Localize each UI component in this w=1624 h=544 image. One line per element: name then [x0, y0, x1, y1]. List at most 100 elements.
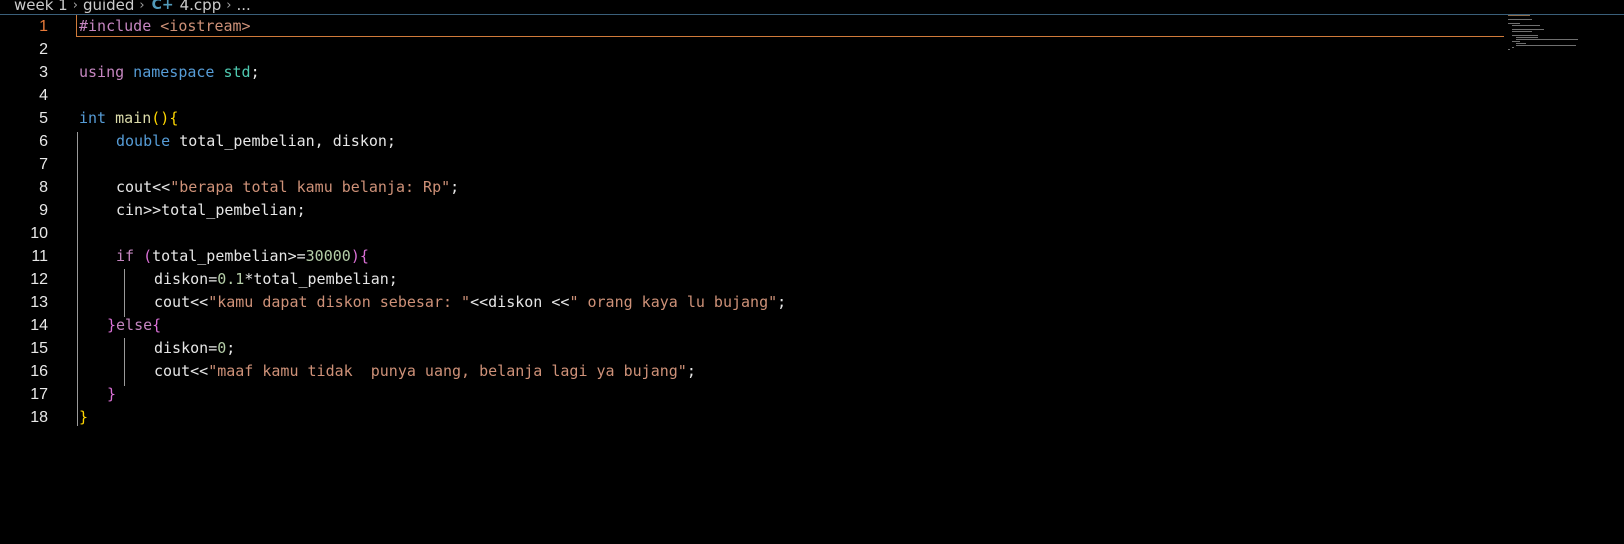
line-number: 5: [39, 110, 48, 127]
token: ): [350, 247, 360, 265]
line-number: 4: [39, 87, 48, 104]
code-line[interactable]: 11 if (total_pembelian>=30000){: [0, 245, 1510, 268]
code-line[interactable]: 15 diskon=0;: [0, 337, 1510, 360]
minimap-line: [1512, 35, 1538, 36]
line-number: 11: [31, 248, 48, 265]
code-line[interactable]: 10: [0, 222, 1510, 245]
minimap-line: [1516, 45, 1576, 46]
line-number: 2: [39, 41, 48, 58]
code-line[interactable]: 17 }: [0, 383, 1510, 406]
chevron-right-icon: ›: [72, 0, 78, 13]
token: {: [169, 109, 179, 127]
code-line[interactable]: 12 diskon=0.1*total_pembelian;: [0, 268, 1510, 291]
code-text: diskon=0;: [154, 337, 235, 360]
code-text: }else{: [107, 314, 161, 337]
code-text: if (total_pembelian>=30000){: [116, 245, 369, 268]
token: 30000: [305, 247, 351, 265]
minimap-line: [1512, 25, 1540, 26]
token: ;: [777, 293, 787, 311]
token: ;: [686, 362, 696, 380]
breadcrumb-item-guided[interactable]: guided: [83, 0, 134, 13]
minimap-line: [1512, 31, 1532, 32]
line-number: 18: [30, 409, 48, 426]
token: cin>>total_pembelian;: [116, 201, 306, 219]
token: {: [152, 316, 162, 334]
code-line[interactable]: 5 int main(){: [0, 107, 1510, 130]
minimap-line: [1512, 47, 1514, 48]
minimap-line: [1512, 41, 1520, 42]
token: int: [79, 109, 107, 127]
code-line[interactable]: 1 #include <iostream>: [0, 15, 1510, 38]
code-text: cin>>total_pembelian;: [116, 199, 306, 222]
token: #include: [79, 17, 152, 35]
code-line[interactable]: 13 cout<<"kamu dapat diskon sebesar: "<<…: [0, 291, 1510, 314]
code-line[interactable]: 4: [0, 84, 1510, 107]
token: std: [214, 63, 251, 81]
line-number: 3: [39, 64, 48, 81]
token: namespace: [124, 63, 215, 81]
token: double: [116, 132, 171, 150]
minimap[interactable]: [1508, 14, 1608, 54]
code-text: int main(){: [79, 107, 178, 130]
code-line[interactable]: 2: [0, 38, 1510, 61]
token: >=: [287, 247, 306, 265]
code-text: cout<<"maaf kamu tidak punya uang, belan…: [154, 360, 696, 383]
token: }: [79, 408, 89, 426]
line-number: 8: [39, 179, 48, 196]
code-line[interactable]: 7: [0, 153, 1510, 176]
token: ;: [450, 178, 460, 196]
code-text: }: [79, 406, 88, 429]
token: total_pembelian, diskon;: [170, 132, 396, 150]
line-number: 14: [30, 317, 48, 334]
minimap-line: [1508, 23, 1520, 24]
minimap-line: [1516, 37, 1538, 38]
token: ;: [226, 339, 236, 357]
token: {: [359, 247, 369, 265]
code-editor[interactable]: 1 #include <iostream> 2 3 using namespac…: [0, 15, 1624, 544]
minimap-line: [1508, 19, 1532, 20]
code-line[interactable]: 8 cout<<"berapa total kamu belanja: Rp";: [0, 176, 1510, 199]
token: <iostream>: [151, 17, 251, 35]
cpp-file-icon: C+: [151, 0, 174, 13]
code-line[interactable]: 14 }else{: [0, 314, 1510, 337]
token: main: [106, 109, 152, 127]
token: " orang kaya lu bujang": [569, 293, 778, 311]
code-line[interactable]: 18 }: [0, 406, 1510, 429]
minimap-line: [1508, 15, 1530, 16]
breadcrumb-item-file[interactable]: 4.cpp: [180, 0, 222, 13]
code-text: cout<<"berapa total kamu belanja: Rp";: [116, 176, 459, 199]
token: *total_pembelian;: [244, 270, 398, 288]
token: (: [134, 247, 153, 265]
token: 0.1: [217, 270, 245, 288]
token: "berapa total kamu belanja: Rp": [170, 178, 451, 196]
token: <<diskon <<: [470, 293, 570, 311]
chevron-right-icon: ›: [139, 0, 145, 13]
code-line[interactable]: 3 using namespace std;: [0, 61, 1510, 84]
line-number: 12: [30, 271, 48, 288]
line-number: 13: [30, 294, 48, 311]
breadcrumb-item-more[interactable]: ...: [236, 0, 250, 13]
breadcrumb: week 1 › guided › C+ 4.cpp ›...: [0, 0, 1624, 15]
token: diskon: [154, 339, 209, 357]
code-line[interactable]: 9 cin>>total_pembelian;: [0, 199, 1510, 222]
code-text: diskon=0.1*total_pembelian;: [154, 268, 398, 291]
token: "maaf kamu tidak punya uang, belanja lag…: [208, 362, 687, 380]
line-number: 7: [39, 156, 48, 173]
editor-window: week 1 › guided › C+ 4.cpp ›... 1 #include <io…: [0, 0, 1624, 544]
token: cout<<: [154, 293, 209, 311]
code-line[interactable]: 16 cout<<"maaf kamu tidak punya uang, be…: [0, 360, 1510, 383]
token: }: [107, 316, 117, 334]
code-line[interactable]: 6 double total_pembelian, diskon;: [0, 130, 1510, 153]
token: total_pembelian: [152, 247, 288, 265]
line-number: 15: [30, 340, 48, 357]
token: using: [79, 63, 125, 81]
code-text: cout<<"kamu dapat diskon sebesar: "<<dis…: [154, 291, 786, 314]
minimap-line: [1508, 49, 1510, 50]
token: if: [116, 247, 135, 265]
line-number: 6: [39, 133, 48, 150]
token: "kamu dapat diskon sebesar: ": [208, 293, 471, 311]
code-text: using namespace std;: [79, 61, 260, 84]
minimap-line: [1516, 43, 1526, 44]
breadcrumb-item-week1[interactable]: week 1: [14, 0, 68, 13]
code-text: }: [107, 383, 116, 406]
